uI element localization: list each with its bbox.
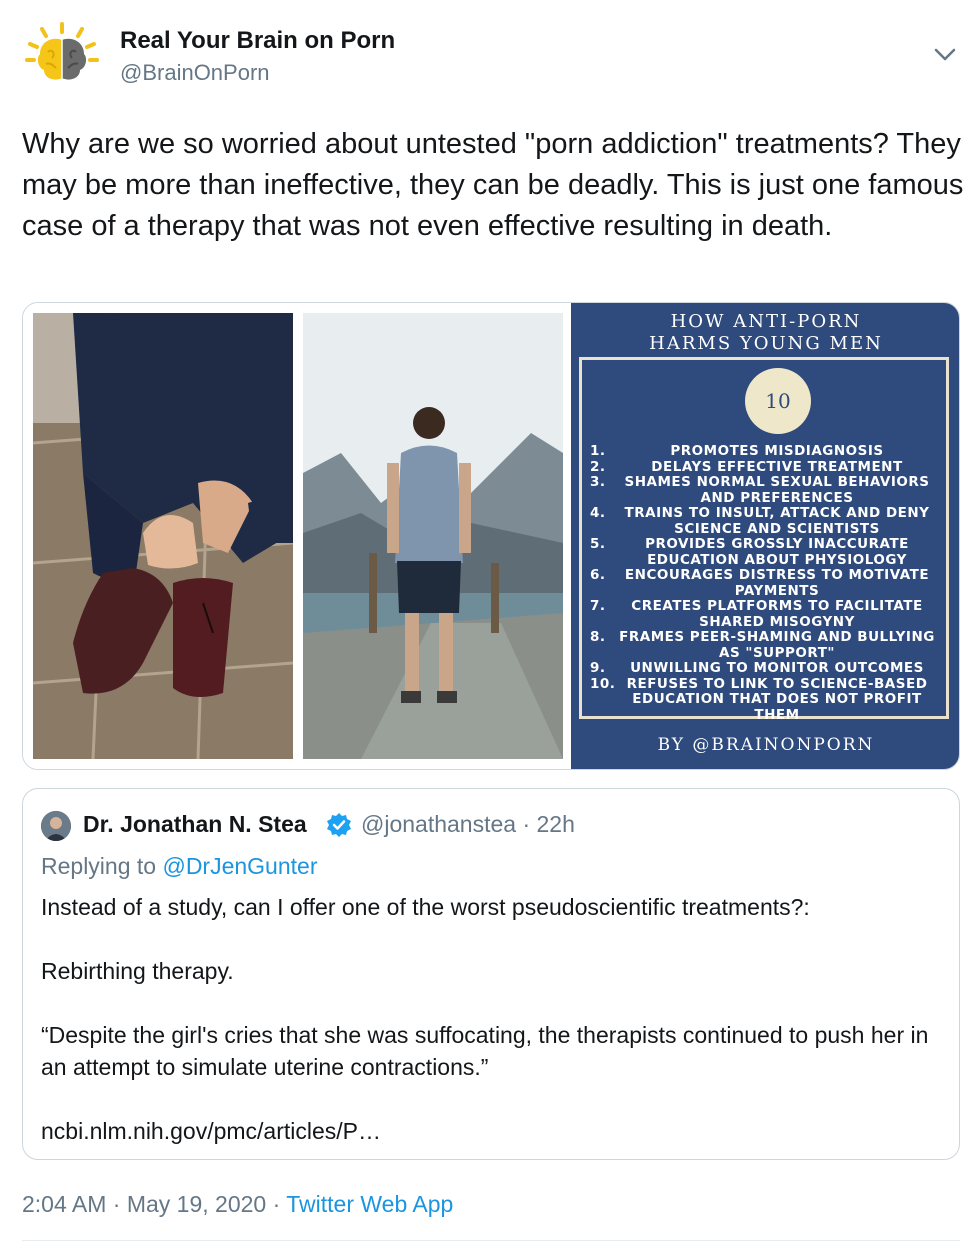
infographic-item-number: 2. [590,458,606,475]
infographic[interactable]: HOW ANTI-PORN HARMS YOUNG MEN 10 1. PROMO… [571,303,959,769]
photo-shoes[interactable] [23,303,301,769]
quoted-author-name[interactable]: Dr. Jonathan N. Stea [83,809,307,839]
infographic-item-text: PROMOTES MISDIAGNOSIS [670,443,884,459]
quoted-author-avatar[interactable] [41,811,71,841]
infographic-item: 4. TRAINS TO INSULT, ATTACK AND DENY SCIE… [586,505,948,537]
chevron-down-icon [934,48,956,61]
infographic-item: 1. PROMOTES MISDIAGNOSIS [586,443,948,460]
infographic-title: HOW ANTI-PORN HARMS YOUNG MEN [571,311,959,355]
pier-photo-image [301,303,571,769]
infographic-item-number: 9. [590,660,606,676]
quoted-paragraph: “Despite the girl's cries that she was s… [41,1022,929,1080]
infographic-title-line2: HARMS YOUNG MEN [649,333,883,354]
source-app-link[interactable]: Twitter Web App [286,1191,453,1217]
infographic-count: 10 [745,368,811,434]
infographic-item: 2. DELAYS EFFECTIVE TREATMENT [586,458,948,476]
infographic-box: 10 1. PROMOTES MISDIAGNOSIS 2. DELAYS EFFEC… [579,357,949,722]
more-options-button[interactable] [932,44,958,64]
infographic-item: 7. CREATES PLATFORMS TO FACILITATE SHARED… [586,598,948,630]
infographic-item-text: REFUSES TO LINK TO SCIENCE-BASED EDUCATI… [626,675,928,723]
divider [22,1240,960,1241]
quoted-handle-time: @jonathanstea · 22h [361,811,575,837]
shoes-photo-image [23,303,301,769]
infographic-item-number: 8. [590,629,606,645]
infographic-item-text: ENCOURAGES DISTRESS TO MOTIVATE PAYMENTS [624,567,930,599]
tweet-footer: 2:04 AM · May 19, 2020 · Twitter Web App [22,1188,453,1220]
infographic-item-number: 3. [590,474,606,490]
infographic-list: 1. PROMOTES MISDIAGNOSIS 2. DELAYS EFFECTIV… [586,443,948,724]
infographic-item-text: PROVIDES GROSSLY INACCURATE EDUCATION AB… [645,536,909,568]
infographic-item-number: 4. [590,505,606,521]
infographic-title-line1: HOW ANTI-PORN [670,311,862,332]
infographic-item: 5. PROVIDES GROSSLY INACCURATE EDUCATION … [586,536,948,568]
quoted-tweet-body: Instead of a study, can I offer one of t… [41,891,946,1147]
quoted-paragraph: Rebirthing therapy. [41,958,234,984]
verified-badge-icon [325,811,353,839]
quoted-tweet[interactable]: Dr. Jonathan N. Stea @jonathanstea · 22h… [22,788,960,1160]
infographic-item-number: 10. [590,675,616,692]
separator: · [106,1191,127,1217]
brain-logo-icon [25,22,99,80]
infographic-item-number: 5. [590,536,606,552]
infographic-item-number: 6. [590,567,606,583]
infographic-item-number: 7. [590,598,606,614]
infographic-item: 3. SHAMES NORMAL SEXUAL BEHAVIORS AND PRE… [586,474,948,506]
author-name[interactable]: Real Your Brain on Porn [120,26,395,56]
infographic-item-text: TRAINS TO INSULT, ATTACK AND DENY SCIENC… [624,505,930,537]
infographic-item: 9. UNWILLING TO MONITOR OUTCOMES [586,660,948,677]
replying-to-link[interactable]: @DrJenGunter [162,853,317,879]
tweet-text: Why are we so worried about untested "po… [22,128,972,242]
author-handle[interactable]: @BrainOnPorn [120,58,395,88]
replying-to-prefix: Replying to [41,853,163,879]
tweet-date[interactable]: May 19, 2020 [127,1191,266,1217]
infographic-item-text: SHAMES NORMAL SEXUAL BEHAVIORS AND PREFE… [624,474,930,506]
person-avatar-icon [41,811,71,841]
infographic-byline: BY @BRAINONPORN [657,735,875,755]
infographic-item-text: DELAYS EFFECTIVE TREATMENT [651,458,903,475]
tweet: Real Your Brain on Porn @BrainOnPorn Why… [0,0,978,1252]
separator: · [266,1191,287,1217]
infographic-item-number: 1. [590,443,606,459]
author-avatar[interactable] [22,18,102,98]
replying-to: Replying to @DrJenGunter [41,851,317,881]
tweet-time[interactable]: 2:04 AM [22,1191,106,1217]
infographic-item: 6. ENCOURAGES DISTRESS TO MOTIVATE PAYMEN… [586,567,948,599]
infographic-item-text: FRAMES PEER-SHAMING AND BULLYING AS "SUP… [619,629,935,661]
quoted-paragraph: Instead of a study, can I offer one of t… [41,894,810,920]
quoted-link[interactable]: ncbi.nlm.nih.gov/pmc/articles/P… [41,1115,946,1147]
infographic-item-text: UNWILLING TO MONITOR OUTCOMES [630,660,924,676]
author-info[interactable]: Real Your Brain on Porn @BrainOnPorn [120,26,395,88]
infographic-item-text: CREATES PLATFORMS TO FACILITATE SHARED M… [631,598,923,630]
infographic-item: 8. FRAMES PEER-SHAMING AND BULLYING AS "S… [586,629,948,661]
tweet-media[interactable]: HOW ANTI-PORN HARMS YOUNG MEN 10 1. PROMO… [22,302,960,770]
photo-pier[interactable] [301,303,571,769]
infographic-item: 10. REFUSES TO LINK TO SCIENCE-BASED EDUC… [586,675,948,724]
